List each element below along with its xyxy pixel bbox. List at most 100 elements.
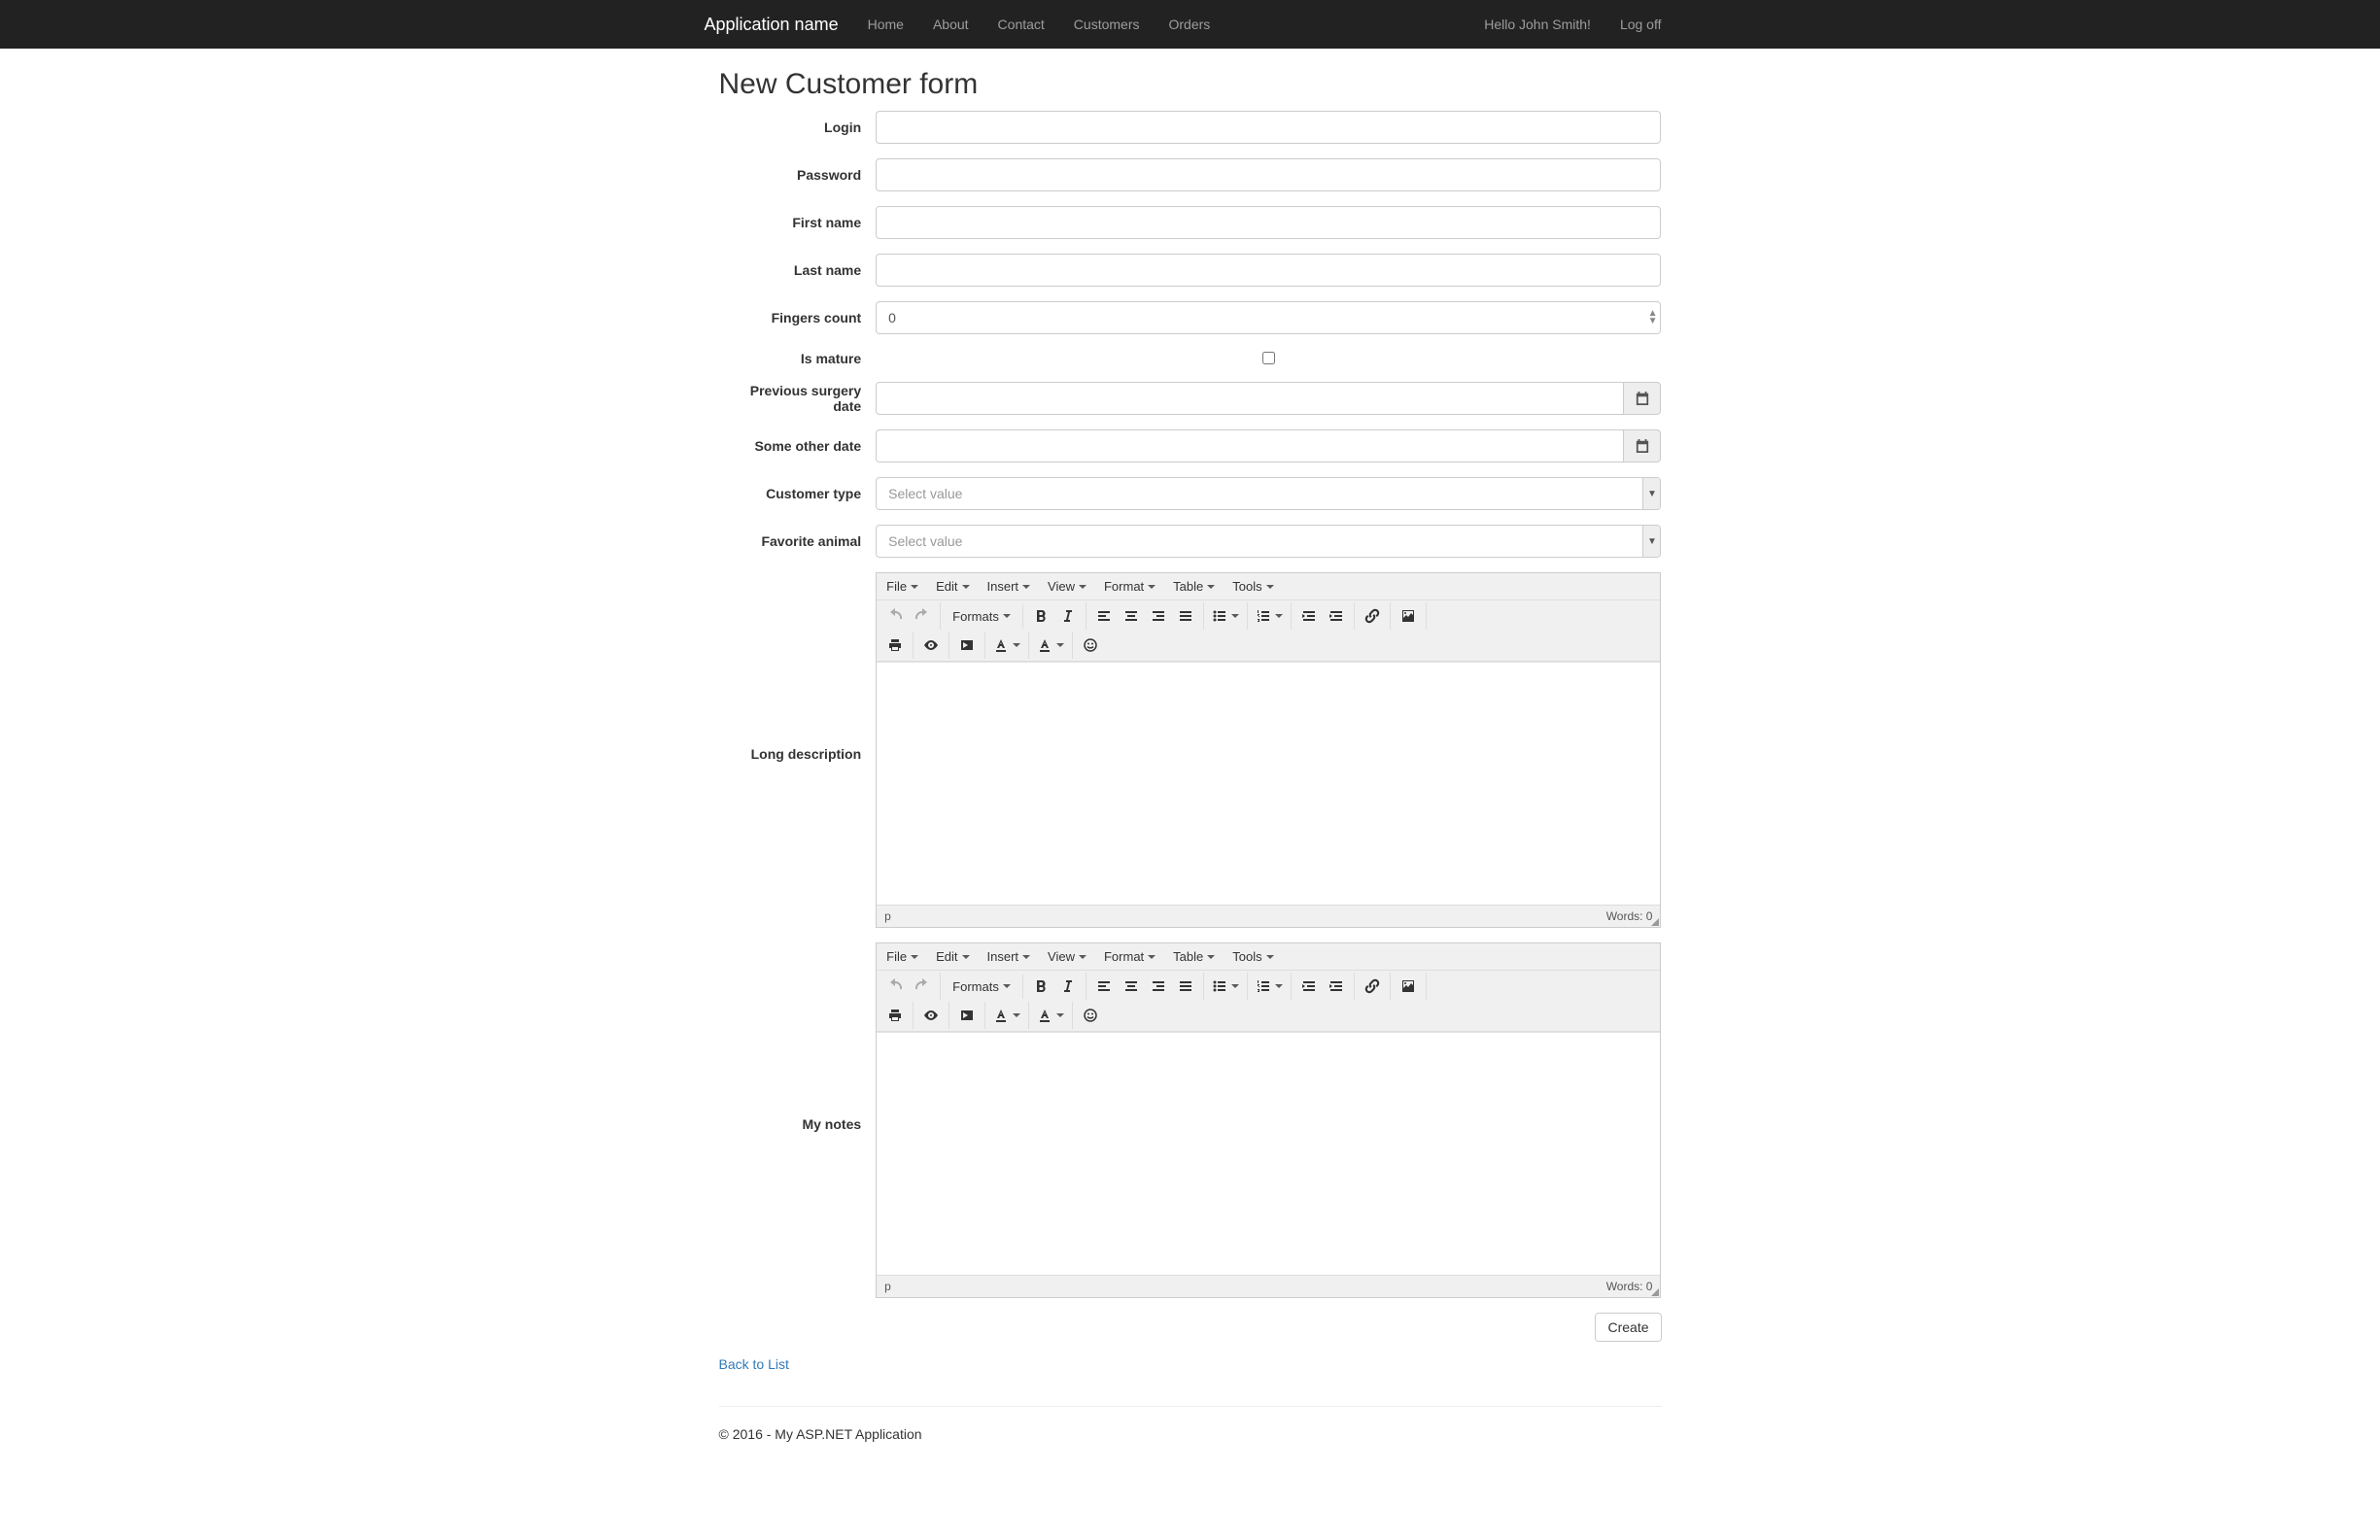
link-button[interactable] [1359, 974, 1386, 999]
editor-menu-insert[interactable]: Insert [980, 945, 1039, 968]
italic-button[interactable] [1054, 603, 1082, 629]
print-button[interactable] [881, 633, 909, 658]
favorite-animal-select[interactable]: Select value [876, 525, 1661, 558]
align-justify-button[interactable] [1172, 974, 1199, 999]
editor-menu-table[interactable]: Table [1165, 575, 1223, 598]
italic-button[interactable] [1054, 974, 1082, 999]
password-input[interactable] [876, 158, 1661, 191]
caret-down-icon [1079, 955, 1087, 959]
bullet-list-button[interactable] [1208, 974, 1243, 999]
align-center-button[interactable] [1118, 974, 1145, 999]
align-left-button[interactable] [1090, 603, 1118, 629]
editor-menu-format[interactable]: Format [1096, 575, 1163, 598]
lastname-input[interactable] [876, 254, 1661, 287]
editor-statusbar: pWords: 0 [877, 905, 1660, 927]
caret-down-icon [1003, 984, 1011, 988]
editor-menu-format[interactable]: Format [1096, 945, 1163, 968]
backcolor-button[interactable] [1033, 1003, 1068, 1028]
editor-menu-edit[interactable]: Edit [928, 945, 977, 968]
link-button[interactable] [1359, 603, 1386, 629]
editor-menu-table[interactable]: Table [1165, 945, 1223, 968]
preview-button[interactable] [917, 633, 945, 658]
prev-surgery-calendar-button[interactable] [1624, 382, 1661, 415]
nav-logoff[interactable]: Log off [1605, 2, 1676, 47]
media-button[interactable] [953, 1003, 981, 1028]
customer-type-select[interactable]: Select value [876, 477, 1661, 510]
label-fav-animal: Favorite animal [719, 533, 877, 549]
prev-surgery-input[interactable] [876, 382, 1624, 415]
editor-menu-view[interactable]: View [1040, 575, 1094, 598]
media-button[interactable] [953, 633, 981, 658]
back-to-list-link[interactable]: Back to List [719, 1356, 789, 1372]
indent-button[interactable] [1323, 974, 1350, 999]
bullet-list-button[interactable] [1208, 603, 1243, 629]
editor-content[interactable] [877, 662, 1660, 905]
number-spinner-icon[interactable]: ▲▼ [1648, 310, 1658, 325]
emoticon-button[interactable] [1077, 1003, 1104, 1028]
outdent-button[interactable] [1295, 603, 1323, 629]
editor-menubar: FileEditInsertViewFormatTableTools [877, 943, 1660, 971]
editor-statusbar: pWords: 0 [877, 1275, 1660, 1297]
align-center-button[interactable] [1118, 603, 1145, 629]
caret-down-icon [962, 955, 970, 959]
editor-menu-view[interactable]: View [1040, 945, 1094, 968]
align-right-button[interactable] [1145, 603, 1172, 629]
numbered-list-button[interactable] [1252, 603, 1287, 629]
firstname-input[interactable] [876, 206, 1661, 239]
editor-menu-insert[interactable]: Insert [980, 575, 1039, 598]
caret-down-icon [1056, 643, 1064, 647]
align-right-button[interactable] [1145, 974, 1172, 999]
label-firstname: First name [719, 215, 877, 230]
editor-content[interactable] [877, 1032, 1660, 1275]
undo-button [881, 974, 909, 999]
caret-down-icon [1275, 614, 1283, 618]
resize-handle-icon[interactable] [1651, 1288, 1659, 1296]
caret-down-icon [1207, 585, 1215, 589]
my-notes-editor: FileEditInsertViewFormatTableToolsFormat… [876, 942, 1661, 1298]
forecolor-button[interactable] [989, 633, 1024, 658]
align-justify-button[interactable] [1172, 603, 1199, 629]
formats-button[interactable]: Formats [945, 975, 1018, 998]
nav-orders[interactable]: Orders [1154, 2, 1224, 47]
backcolor-button[interactable] [1033, 633, 1068, 658]
editor-menu-edit[interactable]: Edit [928, 575, 977, 598]
bold-button[interactable] [1027, 974, 1054, 999]
bold-button[interactable] [1027, 603, 1054, 629]
label-login: Login [719, 120, 877, 135]
caret-down-icon [1148, 955, 1156, 959]
indent-button[interactable] [1323, 603, 1350, 629]
image-button[interactable] [1395, 974, 1422, 999]
emoticon-button[interactable] [1077, 633, 1104, 658]
image-button[interactable] [1395, 603, 1422, 629]
nav-greeting[interactable]: Hello John Smith! [1469, 2, 1605, 47]
caret-down-icon [911, 955, 918, 959]
fingers-input[interactable] [876, 301, 1661, 334]
other-date-calendar-button[interactable] [1624, 429, 1661, 462]
editor-path: p [884, 1280, 891, 1293]
nav-about[interactable]: About [918, 2, 983, 47]
nav-contact[interactable]: Contact [983, 2, 1059, 47]
undo-button [881, 603, 909, 629]
outdent-button[interactable] [1295, 974, 1323, 999]
redo-button [909, 974, 936, 999]
formats-button[interactable]: Formats [945, 605, 1018, 628]
preview-button[interactable] [917, 1003, 945, 1028]
forecolor-button[interactable] [989, 1003, 1024, 1028]
editor-menu-file[interactable]: File [879, 575, 926, 598]
numbered-list-button[interactable] [1252, 974, 1287, 999]
nav-home[interactable]: Home [853, 2, 918, 47]
resize-handle-icon[interactable] [1651, 918, 1659, 926]
editor-menu-tools[interactable]: Tools [1224, 945, 1281, 968]
editor-menu-tools[interactable]: Tools [1224, 575, 1281, 598]
other-date-input[interactable] [876, 429, 1624, 462]
mature-checkbox[interactable] [1262, 352, 1275, 364]
nav-customers[interactable]: Customers [1059, 2, 1155, 47]
navbar-brand[interactable]: Application name [690, 0, 853, 50]
editor-wordcount: Words: 0 [1606, 909, 1653, 923]
editor-toolbar: Formats [877, 971, 1660, 1032]
editor-menu-file[interactable]: File [879, 945, 926, 968]
align-left-button[interactable] [1090, 974, 1118, 999]
print-button[interactable] [881, 1003, 909, 1028]
login-input[interactable] [876, 111, 1661, 144]
create-button[interactable]: Create [1595, 1313, 1661, 1342]
